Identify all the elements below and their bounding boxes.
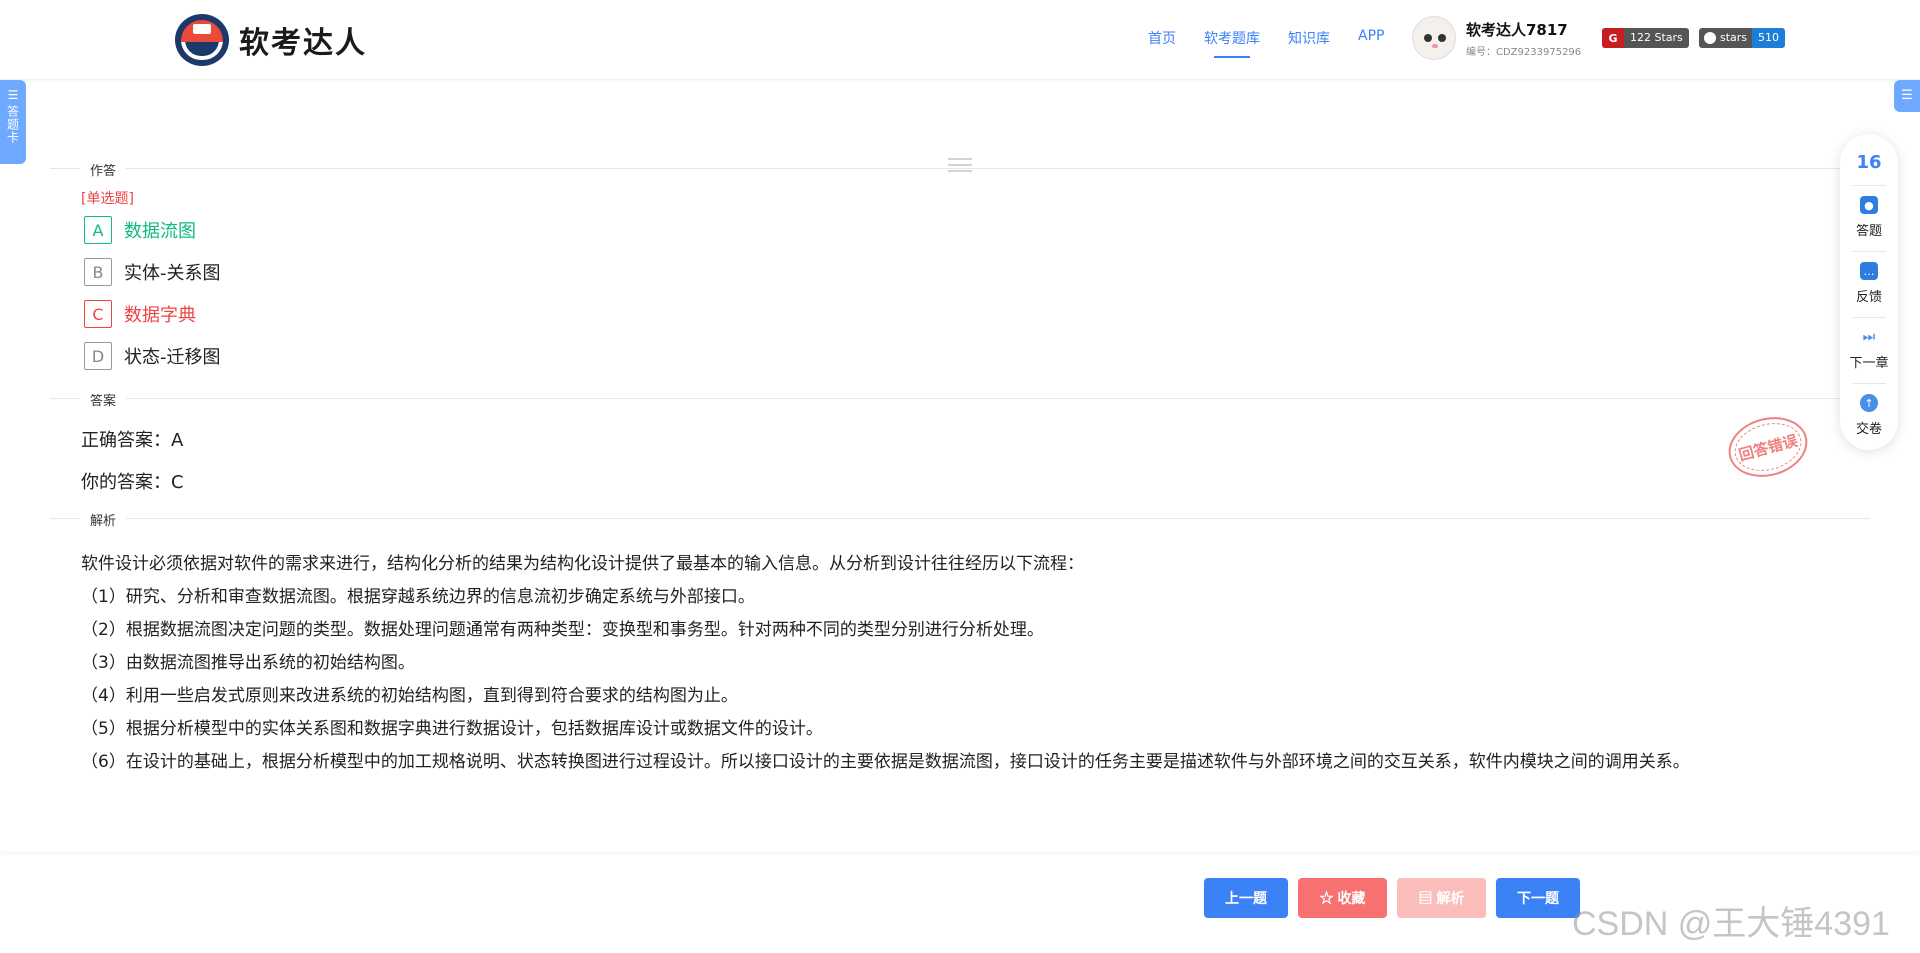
- drag-handle-icon[interactable]: [948, 158, 972, 174]
- favorite-button[interactable]: ☆ 收藏: [1298, 878, 1387, 918]
- analysis-text: 软件设计必须依据对软件的需求来进行，结构化分析的结果为结构化设计提供了最基本的输…: [81, 548, 1821, 779]
- section-label: 作答: [80, 160, 127, 179]
- user-name: 软考达人7817: [1466, 20, 1568, 39]
- user-id: 编号：CDZ9233975296: [1466, 46, 1582, 58]
- option-key: A: [84, 216, 112, 244]
- gitee-icon: G: [1602, 28, 1624, 48]
- site-logo[interactable]: 软考达人: [175, 14, 367, 66]
- your-answer: 你的答案：C: [81, 472, 184, 493]
- right-menu-tab[interactable]: ☰: [1894, 80, 1920, 112]
- submit-label: 交卷: [1855, 422, 1882, 437]
- wrong-answer-stamp: 回答错误: [1721, 408, 1815, 486]
- option-a[interactable]: A 数据流图: [84, 216, 196, 244]
- correct-answer: 正确答案：A: [81, 430, 184, 451]
- answer-icon: ●: [1859, 196, 1878, 214]
- floating-toolbar: 16 ● 答题 … 反馈 ⏭ 下一章 ↑ 交卷: [1840, 134, 1898, 450]
- answer-button[interactable]: ● 答题: [1856, 196, 1882, 239]
- analysis-paragraph: （3）由数据流图推导出系统的初始结构图。: [81, 653, 415, 673]
- option-text: 实体-关系图: [124, 263, 221, 284]
- option-text: 状态-迁移图: [124, 347, 221, 368]
- option-c[interactable]: C 数据字典: [84, 300, 196, 328]
- analysis-paragraph: 软件设计必须依据对软件的需求来进行，结构化分析的结果为结构化设计提供了最基本的输…: [81, 554, 1084, 574]
- analysis-paragraph: （1）研究、分析和审查数据流图。根据穿越系统边界的信息流初步确定系统与外部接口。: [81, 587, 755, 607]
- watermark: CSDN @王大锤4391: [1572, 905, 1890, 943]
- github-label: stars: [1720, 31, 1748, 44]
- question-type: [单选题]: [81, 191, 134, 207]
- section-analysis: 解析: [50, 508, 1870, 529]
- submit-icon: ↑: [1859, 394, 1878, 412]
- section-answer: 答案: [50, 388, 1870, 409]
- github-count: 510: [1752, 28, 1786, 48]
- section-label: 答案: [80, 390, 127, 409]
- option-key: B: [84, 258, 112, 286]
- feedback-icon: …: [1859, 262, 1878, 280]
- next-question-button[interactable]: 下一题: [1496, 878, 1580, 918]
- option-text: 数据字典: [124, 305, 196, 326]
- option-d[interactable]: D 状态-迁移图: [84, 342, 221, 370]
- option-text: 数据流图: [124, 221, 196, 242]
- nav-app[interactable]: APP: [1358, 28, 1384, 48]
- next-chapter-label: 下一章: [1849, 356, 1889, 371]
- top-header: 软考达人 首页 软考题库 知识库 APP 软考达人7817 编号：CDZ9233…: [0, 0, 1920, 80]
- analysis-paragraph: （6）在设计的基础上，根据分析模型中的加工规格说明、状态转换图进行过程设计。所以…: [81, 752, 1690, 772]
- github-stars-badge[interactable]: stars 510: [1699, 28, 1786, 48]
- analysis-button[interactable]: ▤ 解析: [1397, 878, 1486, 918]
- option-b[interactable]: B 实体-关系图: [84, 258, 221, 286]
- main-nav: 首页 软考题库 知识库 APP: [1148, 28, 1412, 58]
- answer-label: 答题: [1855, 224, 1882, 239]
- question-count: 16: [1856, 152, 1882, 173]
- analysis-paragraph: （5）根据分析模型中的实体关系图和数据字典进行数据设计，包括数据库设计或数据文件…: [81, 719, 823, 739]
- answer-card-label: 答题卡: [5, 105, 20, 144]
- analysis-paragraph: （4）利用一些启发式原则来改进系统的初始结构图，直到得到符合要求的结构图为止。: [81, 686, 738, 706]
- next-chapter-icon: ⏭: [1862, 329, 1876, 345]
- gitee-stars-text: 122 Stars: [1630, 31, 1683, 44]
- analysis-paragraph: （2）根据数据流图决定问题的类型。数据处理问题通常有两种类型：变换型和事务型。针…: [81, 620, 1044, 640]
- gitee-stars-badge[interactable]: G 122 Stars: [1602, 28, 1689, 48]
- answer-card-tab[interactable]: ☰ 答题卡: [0, 80, 26, 164]
- nav-question-bank[interactable]: 软考题库: [1204, 28, 1260, 58]
- option-key: C: [84, 300, 112, 328]
- feedback-button[interactable]: … 反馈: [1856, 262, 1882, 305]
- user-profile[interactable]: 软考达人7817 编号：CDZ9233975296: [1412, 16, 1581, 60]
- menu-icon: ☰: [7, 88, 19, 102]
- nav-knowledge-base[interactable]: 知识库: [1288, 28, 1330, 48]
- submit-button[interactable]: ↑ 交卷: [1856, 394, 1882, 437]
- section-label: 解析: [80, 510, 127, 529]
- option-key: D: [84, 342, 112, 370]
- avatar[interactable]: [1412, 16, 1456, 60]
- feedback-label: 反馈: [1855, 290, 1882, 305]
- logo-text: 软考达人: [239, 26, 367, 61]
- menu-icon: ☰: [1901, 88, 1913, 103]
- next-chapter-button[interactable]: ⏭ 下一章: [1849, 328, 1888, 371]
- prev-question-button[interactable]: 上一题: [1204, 878, 1288, 918]
- github-icon: [1704, 32, 1716, 44]
- logo-emblem-icon: [175, 14, 229, 66]
- nav-home[interactable]: 首页: [1148, 28, 1176, 48]
